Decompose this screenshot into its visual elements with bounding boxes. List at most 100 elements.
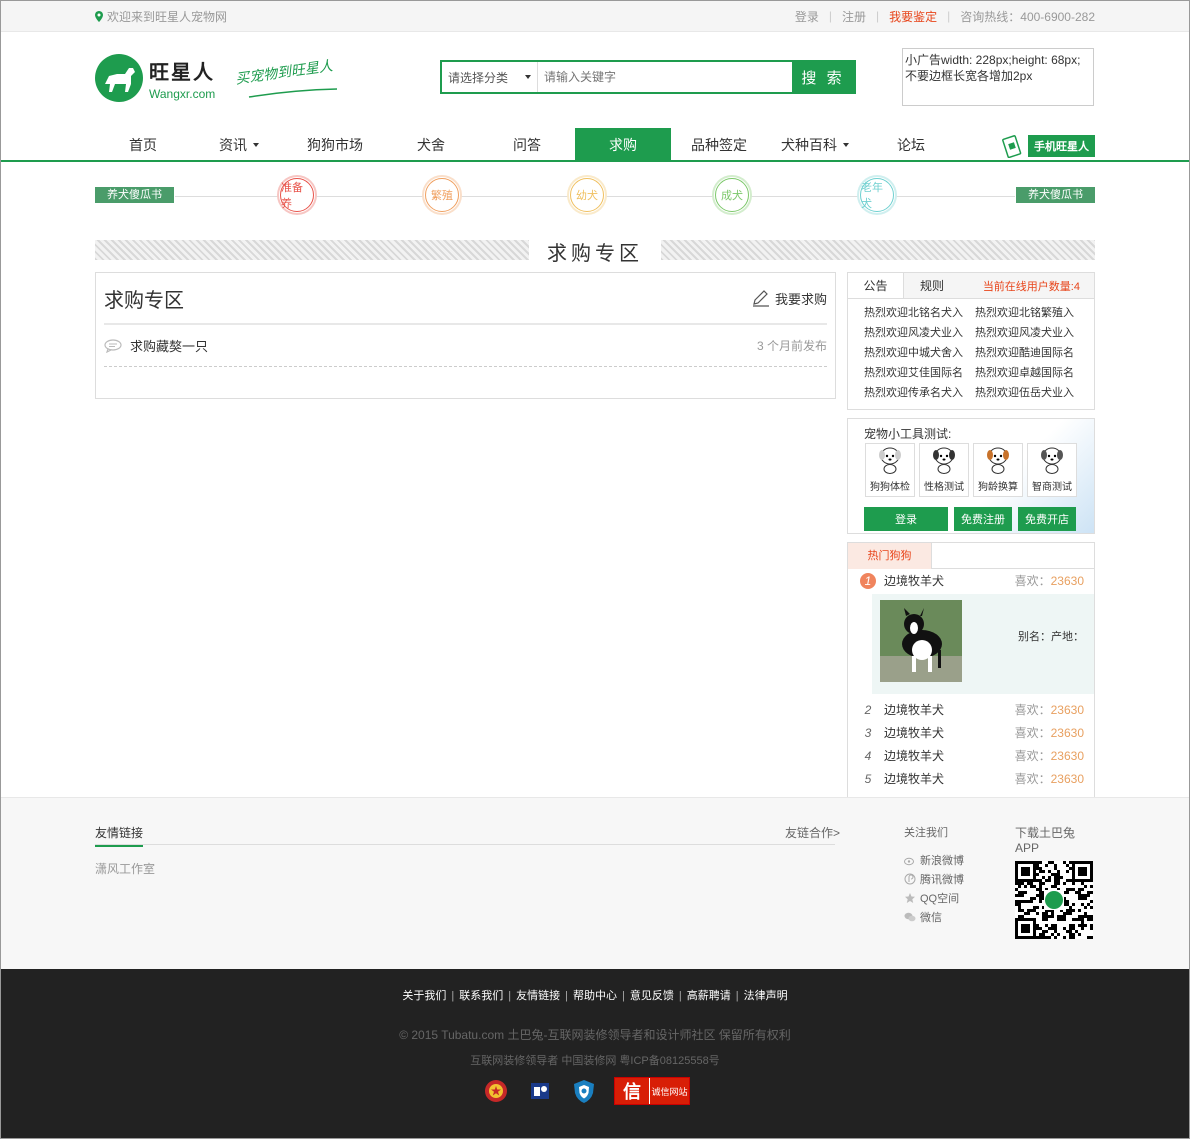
- login-button[interactable]: 登录: [864, 507, 948, 531]
- dog-name: 边境牧羊犬: [884, 703, 945, 717]
- notice-item[interactable]: 热烈欢迎传承名犬入: [864, 383, 975, 403]
- footer-link[interactable]: 友情链接: [516, 990, 560, 1002]
- trust-badges: 信 诚信网站: [482, 1077, 690, 1105]
- notice-item[interactable]: 热烈欢迎北铭名犬入: [864, 303, 975, 323]
- notice-item[interactable]: 热烈欢迎酷迪国际名: [975, 343, 1086, 363]
- list-item[interactable]: 1 边境牧羊犬 喜欢：23630: [848, 569, 1094, 592]
- likes-count: 喜欢：23630: [1014, 703, 1084, 717]
- stage-item[interactable]: 成犬: [712, 175, 752, 215]
- nav-item[interactable]: 犬种百科: [767, 128, 863, 162]
- mobile-site-link[interactable]: 手机旺星人: [1000, 134, 1095, 158]
- ad-placeholder[interactable]: 小广告width: 228px;height: 68px;不要边框长宽各增加2p…: [902, 48, 1094, 106]
- category-select[interactable]: 请选择分类: [442, 62, 538, 92]
- nav-item[interactable]: 求购: [575, 128, 671, 162]
- nav-item[interactable]: 资讯: [191, 128, 287, 162]
- category-value: 请选择分类: [448, 70, 509, 85]
- footer-link[interactable]: 意见反馈: [630, 990, 674, 1002]
- notice-item[interactable]: 热烈欢迎伍岳犬业入: [975, 383, 1086, 403]
- app-download: 下载土巴兔APP: [1015, 824, 1095, 942]
- chevron-down-icon: [253, 143, 259, 147]
- tool-item[interactable]: 智商测试: [1027, 443, 1077, 497]
- logo[interactable]: 旺星人 Wangxr.com: [95, 54, 215, 102]
- divider: |: [565, 990, 568, 1002]
- stage-bar: 养犬傻瓜书 养犬傻瓜书 准备养 繁殖 幼犬 成犬 老年犬: [0, 162, 1190, 232]
- notice-item[interactable]: 热烈欢迎卓越国际名: [975, 363, 1086, 383]
- notice-list: 热烈欢迎北铭名犬入 热烈欢迎北铭繁殖入 热烈欢迎风凌犬业入 热烈欢迎风凌犬业入 热烈欢迎…: [848, 299, 1094, 409]
- friend-link[interactable]: 潇风工作室: [95, 860, 155, 877]
- footer-link[interactable]: 关于我们: [402, 990, 446, 1002]
- link-cooperation[interactable]: 友链合作>: [785, 824, 840, 841]
- free-register-button[interactable]: 免费注册: [954, 507, 1012, 531]
- notice-item[interactable]: 热烈欢迎艾佳国际名: [864, 363, 975, 383]
- notice-item[interactable]: 热烈欢迎北铭繁殖入: [975, 303, 1086, 323]
- tab-notice[interactable]: 公告: [848, 273, 904, 298]
- comment-icon: [104, 338, 122, 353]
- nav-item[interactable]: 问答: [479, 128, 575, 162]
- qr-code[interactable]: [1015, 861, 1093, 939]
- weibo-icon: [904, 857, 914, 865]
- footer-link[interactable]: 法律声明: [744, 990, 788, 1002]
- footer-links: 关于我们 | 联系我们 | 友情链接 | 帮助中心 | 意见反馈 | 高薪聘请 | 法律声明: [0, 987, 1190, 1003]
- notice-item[interactable]: 热烈欢迎中城犬舍入: [864, 343, 975, 363]
- stage-item[interactable]: 幼犬: [567, 175, 607, 215]
- logo-name: 旺星人: [149, 59, 215, 84]
- tool-item[interactable]: 狗龄换算: [973, 443, 1023, 497]
- list-item[interactable]: 2 边境牧羊犬 喜欢：23630: [848, 698, 1094, 721]
- nav-item[interactable]: 狗狗市场: [287, 128, 383, 162]
- list-item[interactable]: 3 边境牧羊犬 喜欢：23630: [848, 721, 1094, 744]
- stage-label: 老年犬: [860, 178, 894, 212]
- guide-ribbon-right[interactable]: 养犬傻瓜书: [1016, 187, 1095, 203]
- tool-label: 智商测试: [1032, 482, 1072, 493]
- wechat-link[interactable]: 微信: [904, 907, 964, 926]
- footer-link[interactable]: 联系我们: [459, 990, 503, 1002]
- list-item[interactable]: 5 边境牧羊犬 喜欢：23630: [848, 767, 1094, 790]
- tool-item[interactable]: 性格测试: [919, 443, 969, 497]
- want-to-buy-button[interactable]: 我要求购: [751, 289, 827, 308]
- footer-link[interactable]: 高薪聘请: [687, 990, 731, 1002]
- mobile-label: 手机旺星人: [1028, 135, 1095, 157]
- network-police-icon[interactable]: [526, 1077, 554, 1105]
- guide-ribbon-left[interactable]: 养犬傻瓜书: [95, 187, 174, 203]
- section-title: 求购专区: [547, 243, 643, 265]
- stage-item[interactable]: 繁殖: [422, 175, 462, 215]
- search-button[interactable]: 搜 索: [792, 62, 854, 92]
- qzone-link[interactable]: QQ空间: [904, 888, 964, 907]
- nav-item[interactable]: 首页: [95, 128, 191, 162]
- nav-item[interactable]: 论坛: [863, 128, 959, 162]
- tool-item[interactable]: 狗狗体检: [865, 443, 915, 497]
- login-link[interactable]: 登录: [795, 8, 819, 25]
- stage-item[interactable]: 准备养: [277, 175, 317, 215]
- stage-label: 幼犬: [570, 178, 604, 212]
- nav-item[interactable]: 品种签定: [671, 128, 767, 162]
- stage-item[interactable]: 老年犬: [857, 175, 897, 215]
- list-item[interactable]: 求购藏獒一只 3 个月前发布: [104, 325, 827, 367]
- appraise-link[interactable]: 我要鉴定: [889, 8, 937, 25]
- register-link[interactable]: 注册: [842, 8, 866, 25]
- dog-alias-origin: 别名：产地：: [1018, 631, 1084, 643]
- open-shop-button[interactable]: 免费开店: [1018, 507, 1076, 531]
- wechat-label: 微信: [920, 911, 942, 924]
- search-bar: 请选择分类 搜 索: [440, 60, 856, 94]
- tencent-weibo-link[interactable]: 腾讯微博: [904, 869, 964, 888]
- app-title: 下载土巴兔APP: [1015, 826, 1076, 855]
- nav-item[interactable]: 犬舍: [383, 128, 479, 162]
- list-item[interactable]: 4 边境牧羊犬 喜欢：23630: [848, 744, 1094, 767]
- rank-number: 1: [860, 572, 876, 589]
- main-nav: 首页 资讯 狗狗市场 犬舍 问答 求购 品种签定 犬种百科 论坛 手机旺星人: [0, 128, 1190, 162]
- divider: |: [947, 9, 951, 23]
- footer-link[interactable]: 帮助中心: [573, 990, 617, 1002]
- tab-rules[interactable]: 规则: [904, 273, 960, 298]
- featured-dog[interactable]: 别名：产地：: [872, 594, 1094, 694]
- weibo-link[interactable]: 新浪微博: [904, 850, 964, 869]
- item-title: 求购藏獒一只: [130, 339, 209, 354]
- stage-label: 准备养: [280, 178, 314, 212]
- weibo-label: 新浪微博: [920, 854, 964, 867]
- dog-logo-icon: [95, 54, 143, 102]
- notice-item[interactable]: 热烈欢迎风凌犬业入: [975, 323, 1086, 343]
- security-shield-icon[interactable]: [570, 1077, 598, 1105]
- search-input[interactable]: [538, 62, 792, 92]
- notice-item[interactable]: 热烈欢迎风凌犬业入: [864, 323, 975, 343]
- nav-label: 狗狗市场: [307, 137, 363, 153]
- credible-site-badge[interactable]: 信 诚信网站: [614, 1077, 690, 1105]
- police-badge-icon[interactable]: [482, 1077, 510, 1105]
